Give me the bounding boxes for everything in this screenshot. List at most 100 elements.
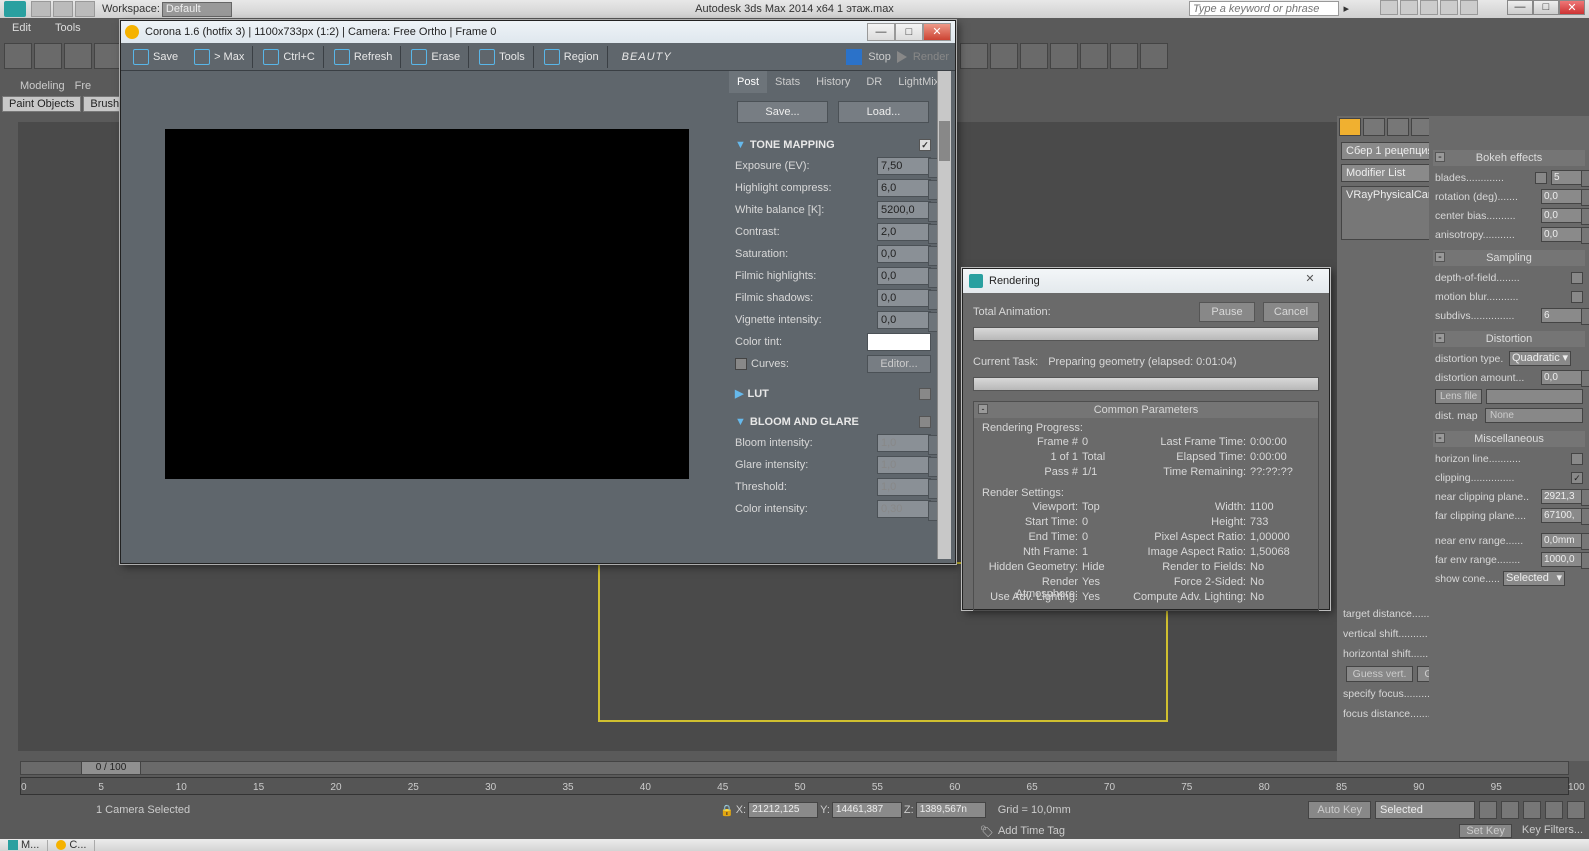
corona-ctrlc-button[interactable]: Ctrl+C (257, 46, 323, 68)
section-lut[interactable]: ▶LUT (735, 383, 931, 404)
subdivs-spinner[interactable]: 6 (1541, 308, 1583, 323)
redo-icon[interactable] (53, 1, 73, 17)
far-clip-spinner[interactable]: 67100, (1541, 508, 1583, 523)
dist-map-button[interactable]: None (1485, 408, 1583, 423)
bloom-spinner[interactable]: 1,0 (877, 434, 931, 452)
blades-spinner[interactable]: 5 (1551, 170, 1583, 185)
tab-dr[interactable]: DR (858, 71, 890, 93)
next-key-icon[interactable] (1567, 801, 1585, 819)
key-filters-button[interactable]: Key Filters... (1522, 824, 1583, 838)
exposure-spinner[interactable]: 7,50 (877, 157, 931, 175)
corona-tomax-button[interactable]: > Max (188, 46, 253, 68)
select-icon[interactable] (4, 43, 32, 69)
save-preset-button[interactable]: Save... (737, 101, 828, 123)
highlight-spinner[interactable]: 6,0 (877, 179, 931, 197)
far-env-spinner[interactable]: 1000,0 (1541, 552, 1583, 567)
time-tag-icon[interactable]: 🏷 (980, 825, 994, 838)
workspace-dropdown[interactable]: Default (162, 2, 232, 17)
corona-scrollbar[interactable] (937, 71, 951, 559)
x-coord-field[interactable]: 21212,125 (748, 802, 818, 818)
tool-icon[interactable] (94, 43, 122, 69)
prev-key-icon[interactable] (1479, 801, 1497, 819)
subtab-paint-objects[interactable]: Paint Objects (2, 96, 81, 112)
anisotropy-spinner[interactable]: 0,0 (1541, 227, 1583, 242)
tone-enable-checkbox[interactable]: ✓ (919, 139, 931, 151)
next-frame-icon[interactable] (1545, 801, 1563, 819)
play-icon[interactable] (897, 51, 907, 63)
maximize-button[interactable]: □ (1533, 0, 1559, 15)
whitebalance-spinner[interactable]: 5200,0 (877, 201, 931, 219)
tool-icon[interactable] (64, 43, 92, 69)
show-cone-dropdown[interactable]: Selected▾ (1503, 571, 1565, 586)
rendering-close-button[interactable]: ✕ (1297, 272, 1323, 290)
blades-checkbox[interactable] (1535, 172, 1547, 184)
teapot2-icon[interactable] (1110, 43, 1138, 69)
render-setup-icon[interactable] (960, 43, 988, 69)
load-preset-button[interactable]: Load... (838, 101, 929, 123)
rotation-spinner[interactable]: 0,0 (1541, 189, 1583, 204)
vignette-spinner[interactable]: 0,0 (877, 311, 931, 329)
tab-stats[interactable]: Stats (767, 71, 808, 93)
threshold-spinner[interactable]: 1,0 (877, 478, 931, 496)
corona-pass-dropdown[interactable]: BEAUTY (622, 51, 672, 63)
close-button[interactable]: ✕ (1559, 0, 1585, 15)
lens-file-button[interactable]: Lens file (1435, 389, 1482, 404)
corona-maximize-button[interactable]: □ (895, 23, 923, 41)
clipping-checkbox[interactable]: ✓ (1571, 472, 1583, 484)
corona-erase-button[interactable]: Erase (405, 46, 469, 68)
z-coord-field[interactable]: 1389,567n (916, 802, 986, 818)
filmic-shadow-spinner[interactable]: 0,0 (877, 289, 931, 307)
add-time-tag[interactable]: Add Time Tag (998, 825, 1065, 837)
search-input[interactable] (1189, 1, 1339, 16)
undo-icon[interactable] (31, 1, 51, 17)
rollout-sampling[interactable]: -Sampling (1433, 250, 1585, 266)
corona-tools-button[interactable]: Tools (473, 46, 534, 68)
motionblur-checkbox[interactable] (1571, 291, 1583, 303)
corona-render-button[interactable]: Render (913, 51, 949, 63)
corona-stop-button[interactable]: Stop (868, 51, 891, 63)
time-slider[interactable]: 0 / 100 (20, 761, 1569, 775)
tab-history[interactable]: History (808, 71, 858, 93)
color-tint-swatch[interactable] (867, 333, 931, 351)
tab-post[interactable]: Post (729, 71, 767, 93)
contrast-spinner[interactable]: 2,0 (877, 223, 931, 241)
lut-enable-checkbox[interactable] (919, 388, 931, 400)
saturation-spinner[interactable]: 0,0 (877, 245, 931, 263)
filmic-high-spinner[interactable]: 0,0 (877, 267, 931, 285)
rollout-bokeh[interactable]: -Bokeh effects (1433, 150, 1585, 166)
material-icon[interactable] (1020, 43, 1048, 69)
colorint-spinner[interactable]: 0,30 (877, 500, 931, 518)
keymode-dropdown[interactable]: Selected (1375, 801, 1475, 819)
distortion-amt-spinner[interactable]: 0,0 (1541, 370, 1583, 385)
rendering-titlebar[interactable]: Rendering ✕ (963, 269, 1329, 293)
corona-titlebar[interactable]: Corona 1.6 (hotfix 3) | 1100x733px (1:2)… (121, 21, 955, 43)
corona-refresh-button[interactable]: Refresh (328, 46, 402, 68)
infocenter-arrow-icon[interactable]: ▸ (1343, 2, 1349, 15)
teapot-icon[interactable] (1080, 43, 1108, 69)
taskbar-3dsmax[interactable]: M... (0, 840, 48, 851)
tab-freeform[interactable]: Fre (75, 80, 92, 92)
rollout-misc[interactable]: -Miscellaneous (1433, 431, 1585, 447)
time-slider-knob[interactable]: 0 / 100 (81, 761, 141, 775)
distortion-type-dropdown[interactable]: Quadratic▾ (1509, 351, 1571, 366)
near-env-spinner[interactable]: 0,0mm (1541, 533, 1583, 548)
horizon-checkbox[interactable] (1571, 453, 1583, 465)
section-bloom-glare[interactable]: ▼BLOOM AND GLARE (735, 412, 931, 432)
corona-close-button[interactable]: ✕ (923, 23, 951, 41)
teapot3-icon[interactable] (1140, 43, 1168, 69)
guess-vert-button[interactable]: Guess vert. (1346, 666, 1414, 682)
autokey-button[interactable]: Auto Key (1308, 801, 1371, 819)
time-ruler[interactable]: 0510152025303540455055606570758085909510… (20, 777, 1569, 795)
setkey-button[interactable]: Set Key (1459, 824, 1512, 838)
create-tab-icon[interactable] (1339, 118, 1361, 136)
hierarchy-tab-icon[interactable] (1387, 118, 1409, 136)
common-params-header[interactable]: -Common Parameters (974, 402, 1318, 418)
pause-button[interactable]: Pause (1199, 302, 1255, 322)
menu-edit[interactable]: Edit (0, 22, 43, 34)
tool-icon[interactable] (34, 43, 62, 69)
taskbar-corona[interactable]: C... (48, 840, 95, 851)
near-clip-spinner[interactable]: 2921,3 (1541, 489, 1583, 504)
menu-tools[interactable]: Tools (43, 22, 93, 34)
prev-frame-icon[interactable] (1501, 801, 1519, 819)
corona-region-button[interactable]: Region (538, 46, 608, 68)
